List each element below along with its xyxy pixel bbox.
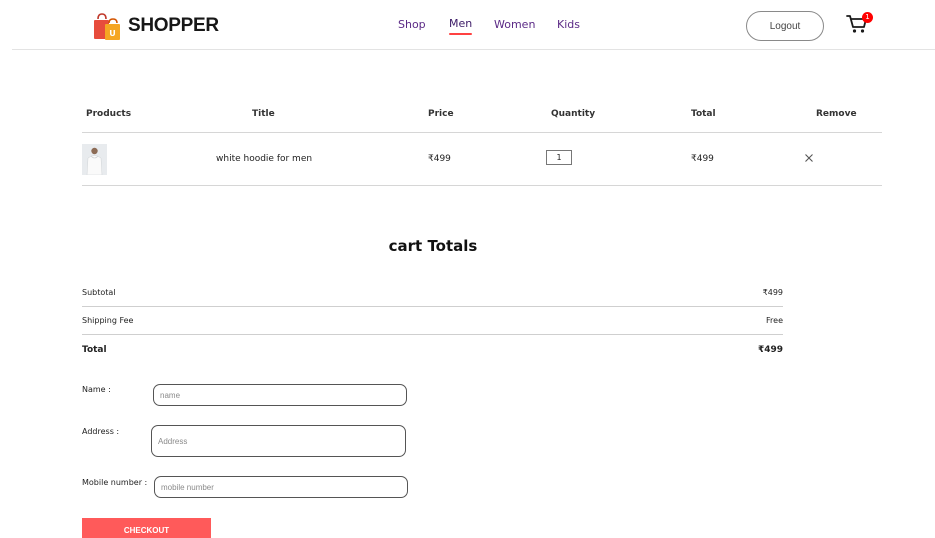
table-row-divider <box>82 185 882 186</box>
close-icon[interactable] <box>804 153 814 163</box>
shipping-value: Free <box>766 316 783 325</box>
svg-text:U: U <box>109 29 116 38</box>
col-title: Title <box>252 109 275 119</box>
total-label: Total <box>82 345 107 355</box>
mobile-label: Mobile number : <box>82 478 148 487</box>
product-image <box>82 144 107 175</box>
nav-item-men[interactable]: Men <box>449 17 473 35</box>
quantity-field[interactable]: 1 <box>546 150 572 165</box>
product-title: white hoodie for men <box>216 154 313 164</box>
cart-totals-heading: cart Totals <box>388 237 478 255</box>
col-price: Price <box>428 109 454 119</box>
total-value: ₹499 <box>757 345 783 355</box>
logo[interactable]: U SHOPPER <box>92 11 219 41</box>
nav-item-shop[interactable]: Shop <box>398 18 426 31</box>
name-label: Name : <box>82 385 111 394</box>
nav-item-women[interactable]: Women <box>494 18 535 31</box>
shipping-label: Shipping Fee <box>82 316 134 325</box>
col-remove: Remove <box>816 109 857 119</box>
nav-item-kids[interactable]: Kids <box>557 18 580 31</box>
navbar-divider <box>12 49 935 50</box>
col-products: Products <box>86 109 132 119</box>
cart-table-header: Products Title Price Quantity Total Remo… <box>82 109 882 123</box>
col-quantity: Quantity <box>551 109 596 119</box>
active-indicator <box>449 33 473 35</box>
checkout-button[interactable]: CHECKOUT <box>82 518 211 538</box>
totals-divider <box>82 306 783 307</box>
totals-divider <box>82 334 783 335</box>
shopping-bag-icon: U <box>94 13 120 40</box>
navbar: U SHOPPER Shop Men Women Kids Logout 1 <box>0 0 935 50</box>
col-total: Total <box>691 109 716 119</box>
mobile-number-field[interactable] <box>154 476 408 498</box>
subtotal-label: Subtotal <box>82 288 116 297</box>
address-label: Address : <box>82 427 120 436</box>
product-total: ₹499 <box>691 154 714 164</box>
logout-button[interactable]: Logout <box>746 11 824 41</box>
table-header-divider <box>82 132 882 133</box>
product-price: ₹499 <box>428 154 451 164</box>
brand-name: SHOPPER <box>128 15 219 36</box>
hoodie-photo <box>82 144 107 175</box>
subtotal-value: ₹499 <box>762 288 783 297</box>
name-field[interactable] <box>153 384 407 406</box>
cart-count-badge: 1 <box>862 12 873 23</box>
address-field[interactable] <box>151 425 406 457</box>
nav-item-men-label: Men <box>449 17 473 30</box>
